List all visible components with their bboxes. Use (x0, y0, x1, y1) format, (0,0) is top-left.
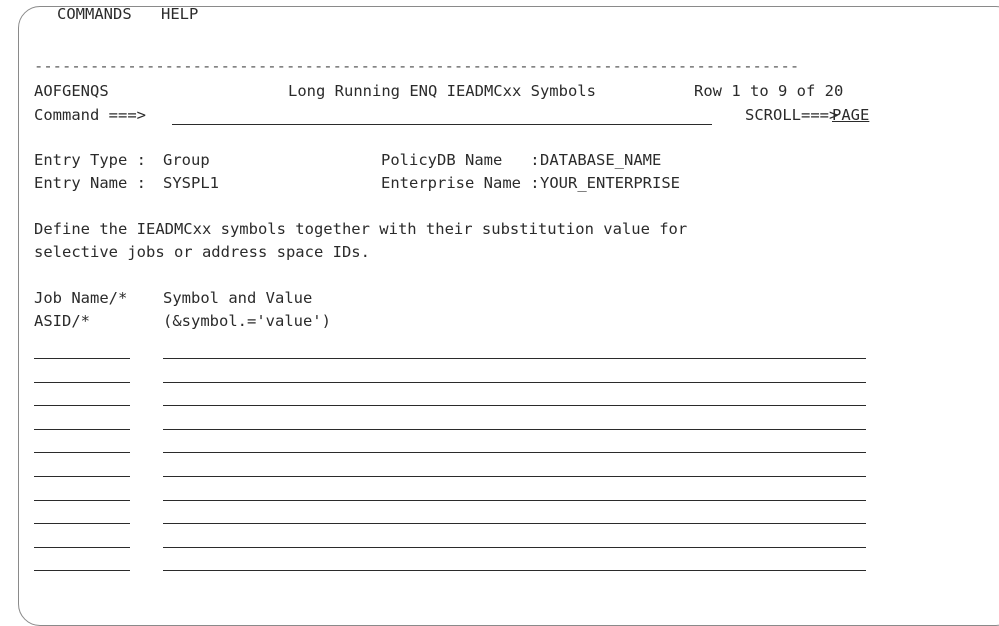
enterprise-value: YOUR_ENTERPRISE (540, 174, 680, 192)
row-info: Row 1 to 9 of 20 (694, 82, 844, 100)
symbol-value-input[interactable] (163, 341, 866, 359)
enterprise-label: Enterprise Name : (381, 174, 540, 192)
description-line-1: Define the IEADMCxx symbols together wit… (34, 220, 688, 238)
job-name-input[interactable] (34, 412, 130, 430)
symbol-value-input[interactable] (163, 506, 866, 524)
column-header-symbol: Symbol and Value (163, 289, 313, 307)
menu-commands[interactable]: COMMANDS (57, 5, 132, 23)
symbol-value-input[interactable] (163, 388, 866, 406)
job-name-input[interactable] (34, 483, 130, 501)
symbol-value-input[interactable] (163, 435, 866, 453)
symbol-value-input[interactable] (163, 412, 866, 430)
symbol-value-input[interactable] (163, 553, 866, 571)
policydb-label: PolicyDB Name : (381, 151, 540, 169)
job-name-input[interactable] (34, 435, 130, 453)
symbol-value-input[interactable] (163, 483, 866, 501)
job-name-input[interactable] (34, 459, 130, 477)
menu-help[interactable]: HELP (161, 5, 198, 23)
job-name-input[interactable] (34, 506, 130, 524)
header-separator: ----------------------------------------… (34, 57, 800, 75)
command-label: Command ===> (34, 106, 146, 124)
panel-title: Long Running ENQ IEADMCxx Symbols (288, 82, 596, 100)
entry-name-value: SYSPL1 (163, 174, 219, 192)
symbol-value-input[interactable] (163, 530, 866, 548)
entry-type-label: Entry Type : (34, 151, 146, 169)
job-name-input[interactable] (34, 530, 130, 548)
job-name-input[interactable] (34, 341, 130, 359)
job-name-input[interactable] (34, 553, 130, 571)
column-header-job: Job Name/* (34, 289, 128, 307)
panel-id: AOFGENQS (34, 82, 109, 100)
symbol-value-input[interactable] (163, 365, 866, 383)
column-header-symbol-format: (&symbol.='value') (163, 312, 331, 330)
column-header-asid: ASID/* (34, 312, 90, 330)
entry-name-label: Entry Name : (34, 174, 146, 192)
scroll-label: SCROLL===> (745, 106, 839, 124)
description-line-2: selective jobs or address space IDs. (34, 243, 370, 261)
symbol-value-input[interactable] (163, 459, 866, 477)
job-name-input[interactable] (34, 365, 130, 383)
job-name-input[interactable] (34, 388, 130, 406)
policydb-value: DATABASE_NAME (540, 151, 662, 169)
entry-type-value: Group (163, 151, 210, 169)
command-input[interactable] (172, 107, 712, 125)
scroll-input[interactable]: PAGE (832, 106, 869, 124)
